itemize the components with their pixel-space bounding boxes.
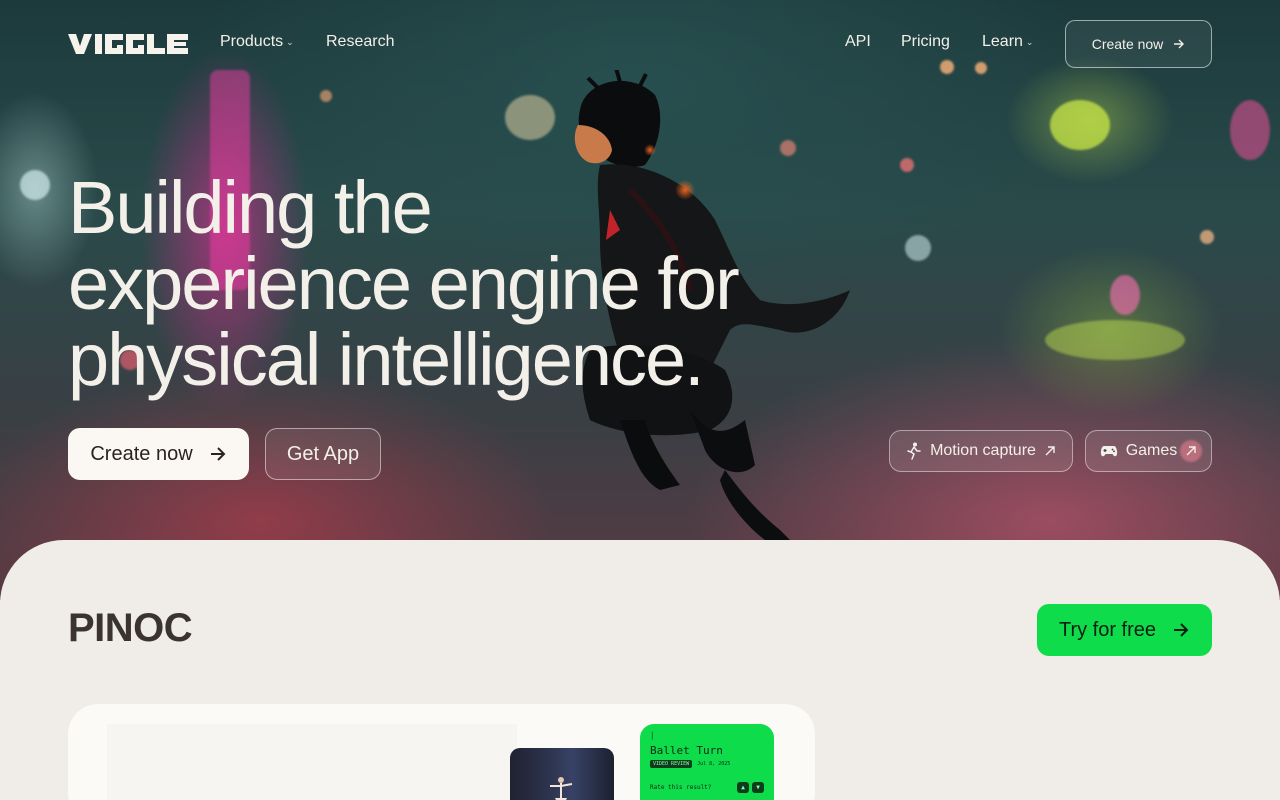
hero-create-now-label: Create now [90,442,193,465]
motion-capture-link[interactable]: Motion capture [889,430,1073,472]
hero-headline-line: Building the [68,166,433,249]
games-label: Games [1125,442,1178,459]
viggle-logo[interactable] [68,32,188,56]
arrow-up-right-icon [1186,446,1196,456]
nav-learn-label: Learn [982,33,1023,50]
nav-api[interactable]: API [845,33,871,51]
bokeh-light [940,60,954,74]
get-app-label: Get App [286,442,360,465]
nav-api-label: API [845,33,871,50]
running-person-icon [907,442,921,460]
bokeh-light [1200,230,1214,244]
hero-headline-line: experience engine for [68,242,740,325]
arrow-right-icon [1174,39,1185,49]
arrow-up-right-icon [1045,446,1055,456]
chevron-down-icon: ⌄ [286,36,294,47]
nav-create-now-label: Create now [1091,36,1164,52]
thumbs-down-icon[interactable]: ▼ [752,782,764,793]
hero-headline-line: physical intelligence. [68,318,705,401]
bokeh-light [900,158,914,172]
arrow-right-icon [210,447,226,461]
result-card[interactable]: │ Ballet Turn VIDEO REVIEW Jul 8, 2025 R… [640,724,774,800]
result-card-title: Ballet Turn [650,744,723,757]
preview-canvas [107,724,517,800]
games-link[interactable]: Games [1085,430,1212,472]
chevron-down-icon: ⌄ [1025,36,1034,47]
dancer-image [550,777,573,800]
hero-section: Products ⌄ Research API Pricing Learn ⌄ … [0,0,1280,600]
bokeh-light [1110,275,1140,315]
nav-learn[interactable]: Learn ⌄ [982,33,1033,51]
nav-products[interactable]: Products ⌄ [220,33,294,51]
bokeh-light [905,235,931,261]
nav-pricing-label: Pricing [901,33,950,50]
ballet-video-thumbnail[interactable] [510,748,614,800]
try-for-free-button[interactable]: Try for free [1037,604,1212,656]
rating-row: Rate this result? ▲ ▼ [650,782,764,793]
bokeh-light [1230,100,1270,160]
nav-create-now-button[interactable]: Create now [1065,20,1212,68]
arrow-right-icon [1174,623,1189,637]
section-title: PINOC [68,606,193,650]
motion-capture-label: Motion capture [930,442,1036,459]
get-app-button[interactable]: Get App [265,428,381,480]
result-card-meta: VIDEO REVIEW Jul 8, 2025 [650,760,764,768]
nav-products-label: Products [220,33,284,50]
bokeh-light [1045,320,1185,360]
gamepad-icon [1100,446,1117,457]
nav-research[interactable]: Research [326,33,394,51]
hero-headline: Building the experience engine for physi… [68,170,828,398]
bokeh-light [1050,100,1110,150]
status-badge: VIDEO REVIEW [650,760,693,768]
nav-pricing[interactable]: Pricing [901,33,950,51]
hero-create-now-button[interactable]: Create now [68,428,249,480]
card-marker-icon: │ [650,732,655,740]
nav-research-label: Research [326,33,395,50]
thumbs-up-icon[interactable]: ▲ [737,782,749,793]
rating-prompt: Rate this result? [650,784,712,791]
try-for-free-label: Try for free [1058,618,1157,641]
bokeh-light [975,62,987,74]
result-card-date: Jul 8, 2025 [697,761,731,767]
bokeh-light [320,90,332,102]
bokeh-light [20,170,50,200]
